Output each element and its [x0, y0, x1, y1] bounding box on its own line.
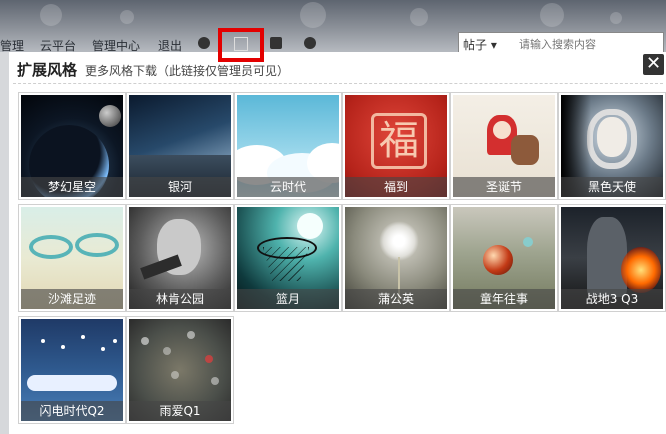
- theme-rain-love-q1[interactable]: 雨爱Q1: [126, 316, 234, 424]
- theme-beach-footprints[interactable]: 沙滩足迹: [18, 204, 126, 312]
- theme-label: 梦幻星空: [21, 177, 123, 197]
- search-box: 帖子 ▾: [458, 32, 664, 54]
- theme-battlefield-3[interactable]: 战地3 Q3: [558, 204, 666, 312]
- more-styles-link[interactable]: 更多风格下载（此链接仅管理员可见）: [85, 62, 289, 79]
- dialog-divider: [13, 83, 663, 84]
- theme-label: 圣诞节: [453, 177, 555, 197]
- style-switch-icon[interactable]: [234, 37, 248, 51]
- theme-label: 云时代: [237, 177, 339, 197]
- theme-label: 童年往事: [453, 289, 555, 309]
- theme-label: 蒲公英: [345, 289, 447, 309]
- theme-label: 篮月: [237, 289, 339, 309]
- theme-label: 沙滩足迹: [21, 289, 123, 309]
- close-button[interactable]: ✕: [643, 54, 664, 75]
- theme-childhood[interactable]: 童年往事: [450, 204, 558, 312]
- search-scope-select[interactable]: 帖子 ▾: [463, 36, 497, 53]
- theme-galaxy[interactable]: 银河: [126, 92, 234, 200]
- theme-linkin-park[interactable]: 林肯公园: [126, 204, 234, 312]
- style-picker-dialog: 扩展风格 更多风格下载（此链接仅管理员可见） ✕ 梦幻星空 银河 云时代 福 福…: [9, 52, 666, 434]
- fu-character-icon: 福: [371, 113, 427, 169]
- theme-label: 黑色天使: [561, 177, 663, 197]
- theme-label: 林肯公园: [129, 289, 231, 309]
- theme-label: 雨爱Q1: [129, 401, 231, 421]
- dialog-title: 扩展风格: [17, 61, 78, 79]
- theme-black-angel[interactable]: 黑色天使: [558, 92, 666, 200]
- theme-lightning-era-q2[interactable]: 闪电时代Q2: [18, 316, 126, 424]
- message-icon[interactable]: [270, 37, 282, 49]
- theme-dandelion[interactable]: 蒲公英: [342, 204, 450, 312]
- theme-label: 闪电时代Q2: [21, 401, 123, 421]
- theme-basket-moon[interactable]: 篮月: [234, 204, 342, 312]
- style-button-highlight: [218, 28, 264, 62]
- theme-label: 银河: [129, 177, 231, 197]
- theme-label: 福到: [345, 177, 447, 197]
- theme-dream-starry-sky[interactable]: 梦幻星空: [18, 92, 126, 200]
- page-left-edge: [0, 52, 9, 434]
- theme-label: 战地3 Q3: [561, 289, 663, 309]
- theme-christmas[interactable]: 圣诞节: [450, 92, 558, 200]
- gear-icon[interactable]: [198, 37, 210, 49]
- notification-icon[interactable]: [304, 37, 316, 49]
- theme-good-fortune[interactable]: 福 福到: [342, 92, 450, 200]
- theme-cloud-era[interactable]: 云时代: [234, 92, 342, 200]
- search-input[interactable]: [517, 35, 661, 53]
